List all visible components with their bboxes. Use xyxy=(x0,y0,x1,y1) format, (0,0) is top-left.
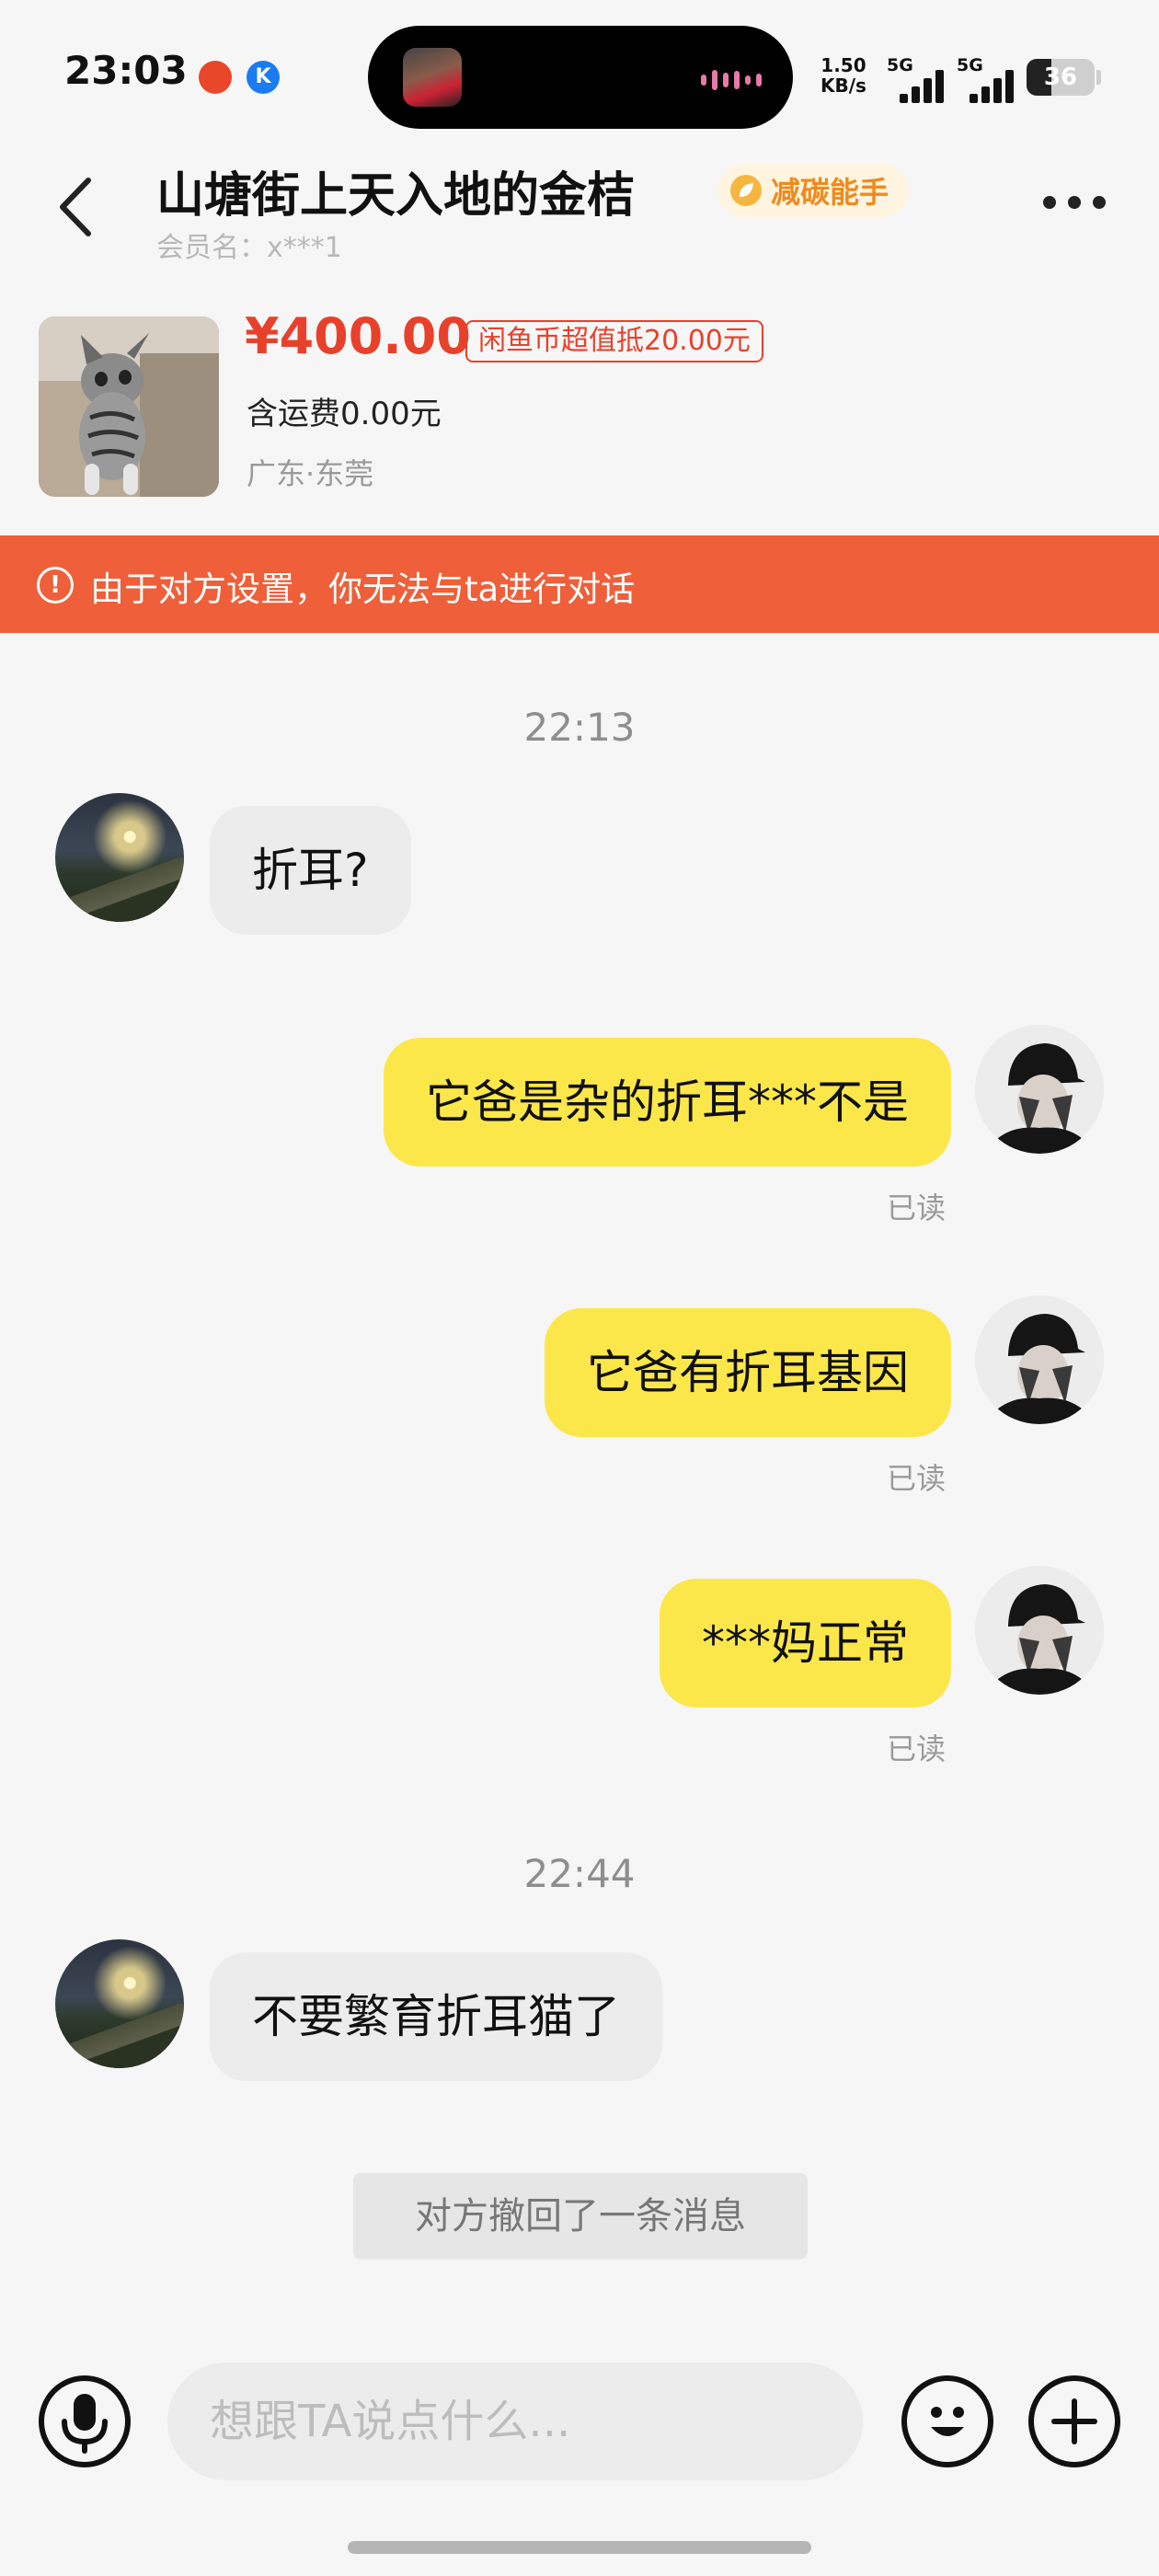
signal-bars-icon xyxy=(900,68,947,103)
self-avatar-photo xyxy=(975,1295,1104,1424)
banner-text: 由于对方设置，你无法与ta进行对话 xyxy=(90,569,636,609)
avatar[interactable] xyxy=(975,1025,1104,1154)
signal-bars-icon xyxy=(970,68,1017,103)
restriction-banner: ! 由于对方设置，你无法与ta进行对话 xyxy=(0,535,1159,633)
more-options-icon[interactable] xyxy=(1043,196,1106,209)
avatar[interactable] xyxy=(55,793,184,922)
smiley-icon xyxy=(931,2407,964,2436)
notification-app-icon xyxy=(199,61,232,94)
network-speed-unit: KB/s xyxy=(820,75,866,97)
status-time: 23:03 xyxy=(64,48,188,93)
avatar[interactable] xyxy=(55,1939,184,2068)
read-status: 已读 xyxy=(887,1461,947,1496)
kk-app-icon: K xyxy=(247,61,280,94)
timestamp: 22:13 xyxy=(523,705,636,750)
battery-icon: 36 xyxy=(1027,59,1095,96)
battery-level: 36 xyxy=(1043,63,1078,91)
read-status: 已读 xyxy=(887,1731,947,1766)
signal-sim1: 5G xyxy=(887,55,951,107)
product-location: 广东·东莞 xyxy=(247,456,374,491)
shipping-fee: 含运费0.00元 xyxy=(247,396,442,432)
network-speed-value: 1.50 xyxy=(820,54,866,76)
message-bubble[interactable]: ***妈正常 xyxy=(660,1579,951,1708)
voice-button[interactable] xyxy=(39,2375,131,2467)
chat-title: 山塘街上天入地的金桔 xyxy=(156,168,636,224)
audio-wave-icon xyxy=(701,70,762,90)
message-bubble[interactable]: 它爸是杂的折耳***不是 xyxy=(384,1038,951,1167)
message-bubble[interactable]: 折耳? xyxy=(210,806,411,935)
warning-icon: ! xyxy=(37,567,74,604)
coin-discount-tag: 闲鱼币超值抵20.00元 xyxy=(465,320,763,362)
message-bubble[interactable]: 不要繁育折耳猫了 xyxy=(210,1952,662,2081)
plus-icon xyxy=(1051,2398,1097,2444)
battery-tip xyxy=(1096,70,1101,85)
read-status: 已读 xyxy=(887,1190,947,1225)
product-image[interactable] xyxy=(39,316,219,497)
add-button[interactable] xyxy=(1028,2375,1120,2467)
self-avatar-photo xyxy=(975,1566,1104,1695)
member-name: 会员名：x***1 xyxy=(156,232,342,264)
avatar[interactable] xyxy=(975,1566,1104,1695)
kitten-photo xyxy=(39,316,219,497)
badge-label: 减碳能手 xyxy=(771,175,889,210)
carbon-badge[interactable]: 减碳能手 xyxy=(717,164,910,217)
avatar[interactable] xyxy=(975,1295,1104,1424)
emoji-button[interactable] xyxy=(901,2375,993,2467)
home-indicator[interactable] xyxy=(348,2541,811,2554)
chevron-left-icon xyxy=(60,178,91,236)
microphone-icon xyxy=(62,2394,108,2454)
timestamp: 22:44 xyxy=(523,1851,636,1896)
product-price: ¥400.00 xyxy=(245,307,471,365)
signal-sim2: 5G xyxy=(957,55,1021,107)
message-bubble[interactable]: 它爸有折耳基因 xyxy=(545,1308,951,1437)
self-avatar-photo xyxy=(975,1025,1104,1154)
back-button[interactable] xyxy=(52,175,103,239)
recall-notice: 对方撤回了一条消息 xyxy=(353,2173,808,2260)
network-speed: 1.50 KB/s xyxy=(820,55,866,96)
leaf-icon xyxy=(730,175,762,206)
music-cover-thumbnail xyxy=(403,48,462,107)
message-input[interactable]: 想跟TA说点什么... xyxy=(167,2363,863,2480)
